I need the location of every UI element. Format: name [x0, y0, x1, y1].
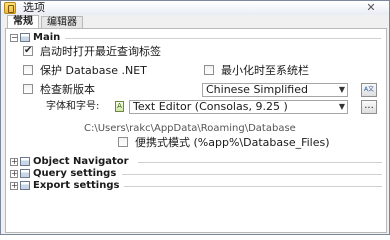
minimize-tray-option[interactable]: 最小化时至系统栏 [204, 64, 309, 78]
check-updates-label: 检查新版本 [40, 83, 95, 96]
portable-mode-checkbox[interactable] [118, 137, 128, 147]
portable-mode-option[interactable]: 便携式模式 (%app%\Database_Files) [118, 136, 330, 150]
expand-toggle-export-settings[interactable]: + [10, 182, 18, 190]
options-app-icon [4, 2, 16, 14]
section-panel-icon [20, 181, 30, 190]
tab-general[interactable]: 常规 [7, 15, 39, 29]
chevron-down-icon: ▼ [338, 102, 345, 111]
font-browse-button[interactable]: ... [361, 100, 377, 114]
section-divider [65, 38, 381, 39]
open-last-tabs-checkbox[interactable] [23, 44, 33, 58]
section-divider [138, 162, 382, 163]
section-query-settings-header[interactable]: + Query settings [10, 168, 384, 180]
section-panel-icon [20, 33, 30, 42]
expand-toggle-object-navigator[interactable]: + [10, 158, 18, 166]
options-window: 选项 ✕ 常规 编辑器 − Main 启动时打开最近查询标签 保护 Databa… [0, 0, 390, 235]
tab-strip: 常规 编辑器 [1, 15, 389, 29]
check-updates-checkbox[interactable] [23, 84, 33, 94]
title-bar[interactable]: 选项 ✕ [1, 1, 389, 15]
language-select[interactable]: Chinese Simplified ▼ [202, 83, 348, 97]
open-last-tabs-option[interactable]: 启动时打开最近查询标签 [23, 44, 161, 59]
window-title: 选项 [23, 1, 45, 14]
section-panel-icon [20, 157, 30, 166]
section-main-header[interactable]: − Main [10, 32, 384, 44]
language-button[interactable]: A文 [361, 83, 377, 97]
section-object-navigator-label: Object Navigator [33, 156, 129, 167]
protect-net-option[interactable]: 保护 Database .NET [23, 64, 147, 78]
expand-toggle-query-settings[interactable]: + [10, 170, 18, 178]
section-main-label: Main [33, 32, 61, 43]
language-value: Chinese Simplified [206, 83, 308, 96]
font-value: Text Editor (Consolas, 9.25 ) [133, 100, 288, 113]
font-label: 字体和字号: [46, 101, 100, 112]
protect-net-label: 保护 Database .NET [40, 64, 147, 77]
section-query-settings-label: Query settings [33, 168, 117, 179]
chevron-down-icon: ▼ [338, 85, 345, 94]
portable-mode-label: 便携式模式 (%app%\Database_Files) [135, 136, 330, 149]
section-export-settings-label: Export settings [33, 180, 120, 191]
section-export-settings-header[interactable]: + Export settings [10, 180, 384, 192]
close-button[interactable]: ✕ [363, 1, 379, 14]
collapse-toggle-main[interactable]: − [10, 34, 18, 42]
section-object-navigator-header[interactable]: + Object Navigator [10, 156, 384, 168]
options-panel: − Main 启动时打开最近查询标签 保护 Database .NET 最小化时… [5, 28, 387, 233]
font-icon: A [115, 101, 124, 112]
check-updates-option[interactable]: 检查新版本 [23, 83, 95, 97]
protect-net-checkbox[interactable] [23, 65, 33, 75]
open-last-tabs-label: 启动时打开最近查询标签 [40, 45, 161, 58]
section-panel-icon [20, 169, 30, 178]
font-select[interactable]: Text Editor (Consolas, 9.25 ) ▼ [129, 100, 348, 114]
minimize-tray-checkbox[interactable] [204, 65, 214, 75]
section-divider [124, 186, 382, 187]
data-path-text: C:\Users\rakc\AppData\Roaming\Database [84, 123, 296, 134]
minimize-tray-label: 最小化时至系统栏 [221, 64, 309, 77]
section-divider [122, 174, 382, 175]
